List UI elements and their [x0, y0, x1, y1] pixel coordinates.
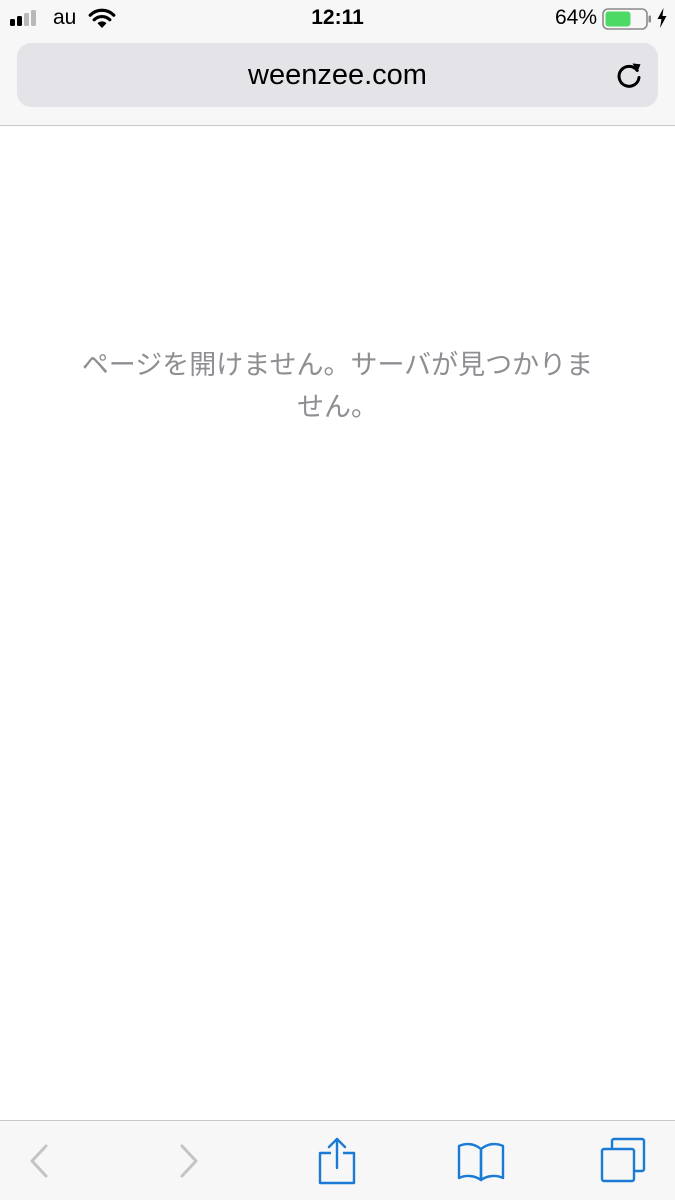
status-bar: au 12:11 64%	[0, 0, 675, 38]
error-message: ページを開けません。サーバが見つかりません。	[81, 350, 594, 423]
share-icon[interactable]	[318, 1137, 356, 1185]
battery-percentage: 64%	[554, 6, 597, 29]
reload-icon[interactable]	[613, 59, 645, 91]
forward-chevron-icon[interactable]	[177, 1143, 201, 1179]
browser-top-chrome: au 12:11 64% weenzee.com	[0, 0, 675, 126]
charging-bolt-icon	[657, 8, 667, 28]
bookmarks-book-icon[interactable]	[457, 1140, 505, 1182]
url-text[interactable]: weenzee.com	[17, 43, 658, 107]
tabs-button[interactable]	[578, 1121, 668, 1201]
tabs-icon[interactable]	[599, 1137, 647, 1185]
address-bar[interactable]: weenzee.com	[17, 43, 658, 107]
share-button[interactable]	[292, 1121, 382, 1201]
forward-button[interactable]	[144, 1121, 234, 1201]
bookmarks-button[interactable]	[436, 1121, 526, 1201]
battery-icon	[602, 8, 651, 30]
back-button[interactable]	[0, 1121, 84, 1201]
bottom-toolbar	[0, 1120, 675, 1200]
back-chevron-icon[interactable]	[27, 1143, 51, 1179]
